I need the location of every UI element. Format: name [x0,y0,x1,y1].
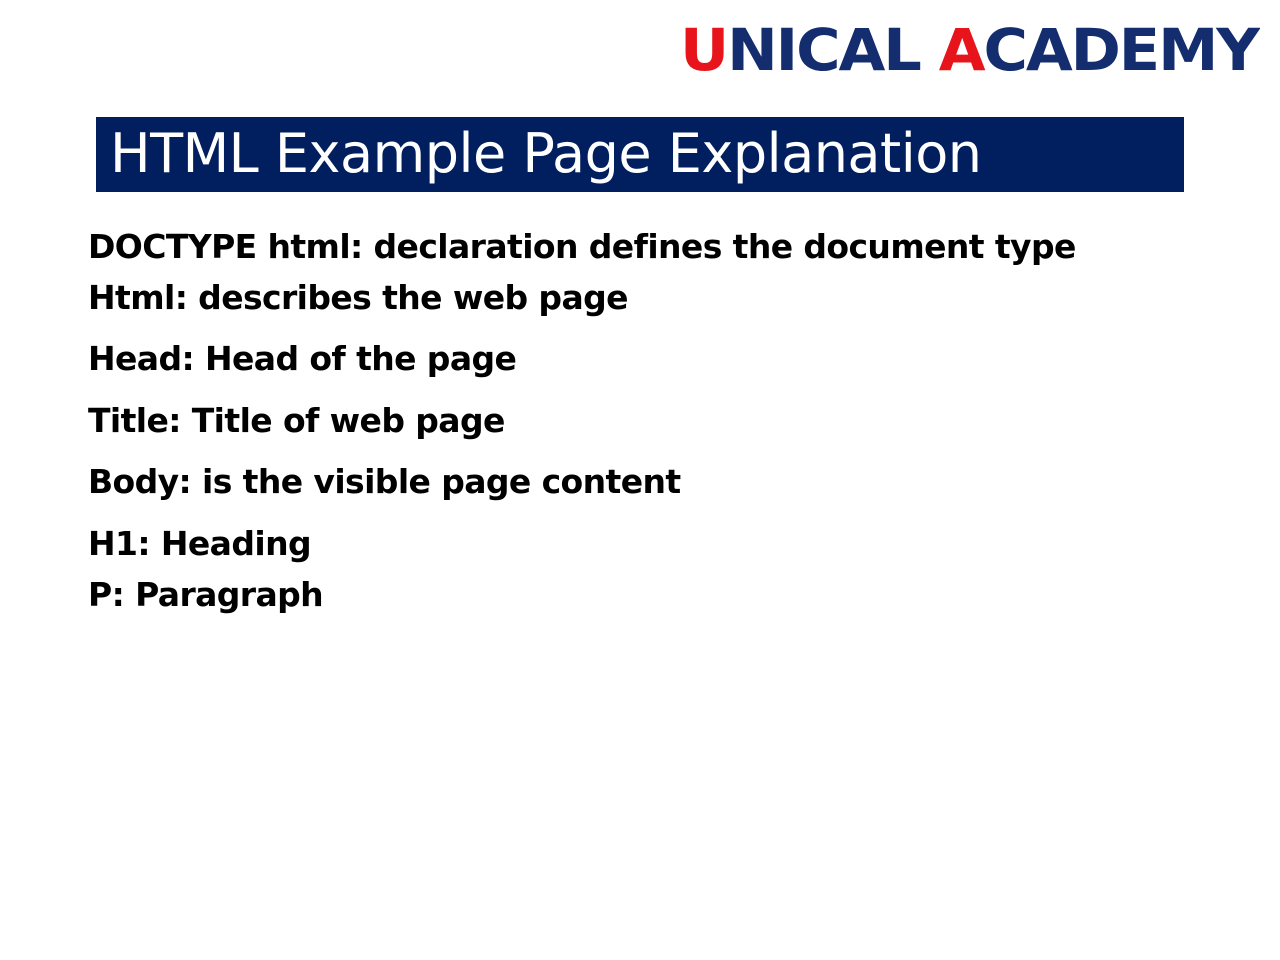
line-p: P: Paragraph [88,575,324,614]
svg-text:UNICAL ACADEMY: UNICAL ACADEMY [680,18,1260,80]
logo-text-nical: NICAL [727,18,939,80]
title-bar: HTML Example Page Explanation [96,117,1184,192]
line-head: Head: Head of the page [88,339,517,378]
slide: UNICAL ACADEMY HTML Example Page Explana… [0,0,1280,960]
line-title: Title: Title of web page [88,401,505,440]
unical-academy-logo: UNICAL ACADEMY [680,18,1260,80]
logo-letter-u: U [680,18,727,80]
logo-letter-a: A [939,18,986,80]
page-title: HTML Example Page Explanation [110,122,982,185]
line-body: Body: is the visible page content [88,462,681,501]
line-html: Html: describes the web page [88,278,629,317]
line-doctype: DOCTYPE html: declaration defines the do… [88,227,1076,266]
line-h1: H1: Heading [88,524,312,563]
logo-text-cademy: CADEMY [984,18,1260,80]
